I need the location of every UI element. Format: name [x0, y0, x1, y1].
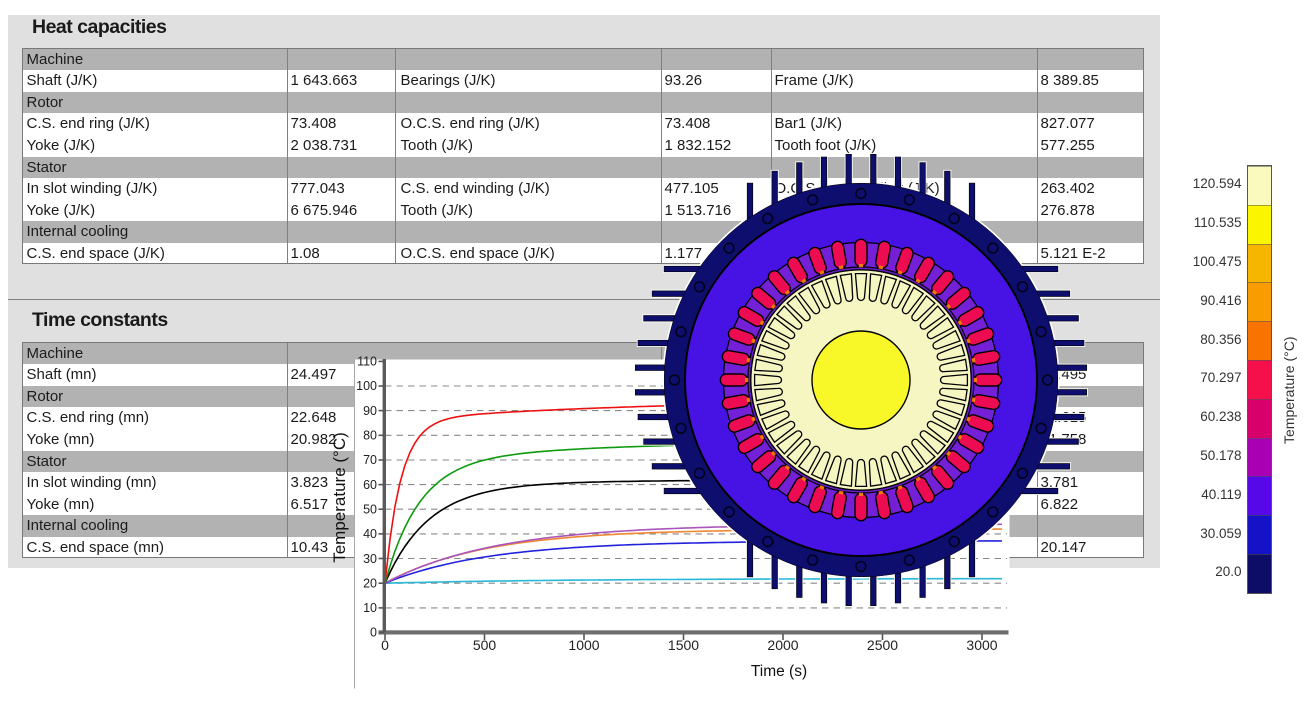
svg-text:Time (s): Time (s): [751, 663, 807, 680]
svg-text:90: 90: [363, 404, 377, 418]
svg-text:2000: 2000: [767, 637, 798, 653]
svg-text:110: 110: [357, 355, 377, 369]
svg-text:100: 100: [356, 379, 377, 393]
svg-text:40: 40: [363, 527, 377, 541]
svg-text:1000: 1000: [568, 637, 599, 653]
svg-text:0: 0: [381, 637, 389, 653]
svg-text:500: 500: [473, 637, 497, 653]
svg-text:60: 60: [363, 478, 377, 492]
svg-text:1500: 1500: [668, 637, 699, 653]
svg-text:80: 80: [363, 429, 377, 443]
svg-text:0: 0: [370, 626, 377, 640]
svg-text:50: 50: [363, 503, 377, 517]
svg-text:3000: 3000: [966, 637, 997, 653]
svg-text:20: 20: [363, 576, 377, 590]
svg-text:30: 30: [363, 552, 377, 566]
svg-text:10: 10: [363, 601, 377, 615]
svg-text:2500: 2500: [867, 637, 898, 653]
svg-text:Temperature (°C): Temperature (°C): [330, 432, 349, 563]
svg-text:70: 70: [363, 453, 377, 467]
